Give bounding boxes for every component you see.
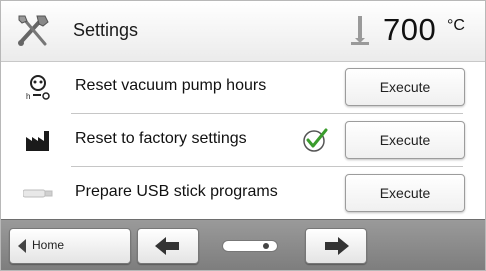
home-button[interactable]: Home [9,228,131,264]
row-label: Prepare USB stick programs [75,183,278,200]
row-label: Reset to factory settings [75,130,247,147]
list-item-usb-programs: Prepare USB stick programs Execute [1,167,485,219]
list-item-factory-reset: Reset to factory settings Execute [1,114,485,166]
thermometer-icon [351,16,369,45]
list-item-reset-vacuum: h Reset vacuum pump hours Execute [1,61,485,113]
factory-icon [26,131,49,151]
tools-icon [18,15,49,46]
temperature-value: 700 [383,12,437,47]
settings-screen: Settings 700 °C h Reset vacuum pump hour… [0,0,486,271]
execute-button[interactable]: Execute [345,121,465,159]
execute-button[interactable]: Execute [345,68,465,106]
home-triangle-icon [18,239,26,253]
header-bar: Settings 700 °C [1,1,485,62]
arrow-left-icon [155,237,179,255]
row-label: Reset vacuum pump hours [75,77,267,94]
checkmark-icon [303,128,328,152]
back-button[interactable] [137,228,199,264]
home-label: Home [32,238,65,252]
arrow-right-icon [325,237,349,255]
usb-indicator-icon [222,240,278,252]
usb-stick-icon [23,189,53,198]
footer-nav-bar: Home [1,219,485,270]
vacuum-pump-icon: h [26,75,50,100]
temperature-unit: °C [447,17,465,34]
svg-text:h: h [26,92,30,100]
usb-indicator-dot [263,243,269,249]
page-title: Settings [73,20,139,40]
forward-button[interactable] [305,228,367,264]
execute-button[interactable]: Execute [345,174,465,212]
